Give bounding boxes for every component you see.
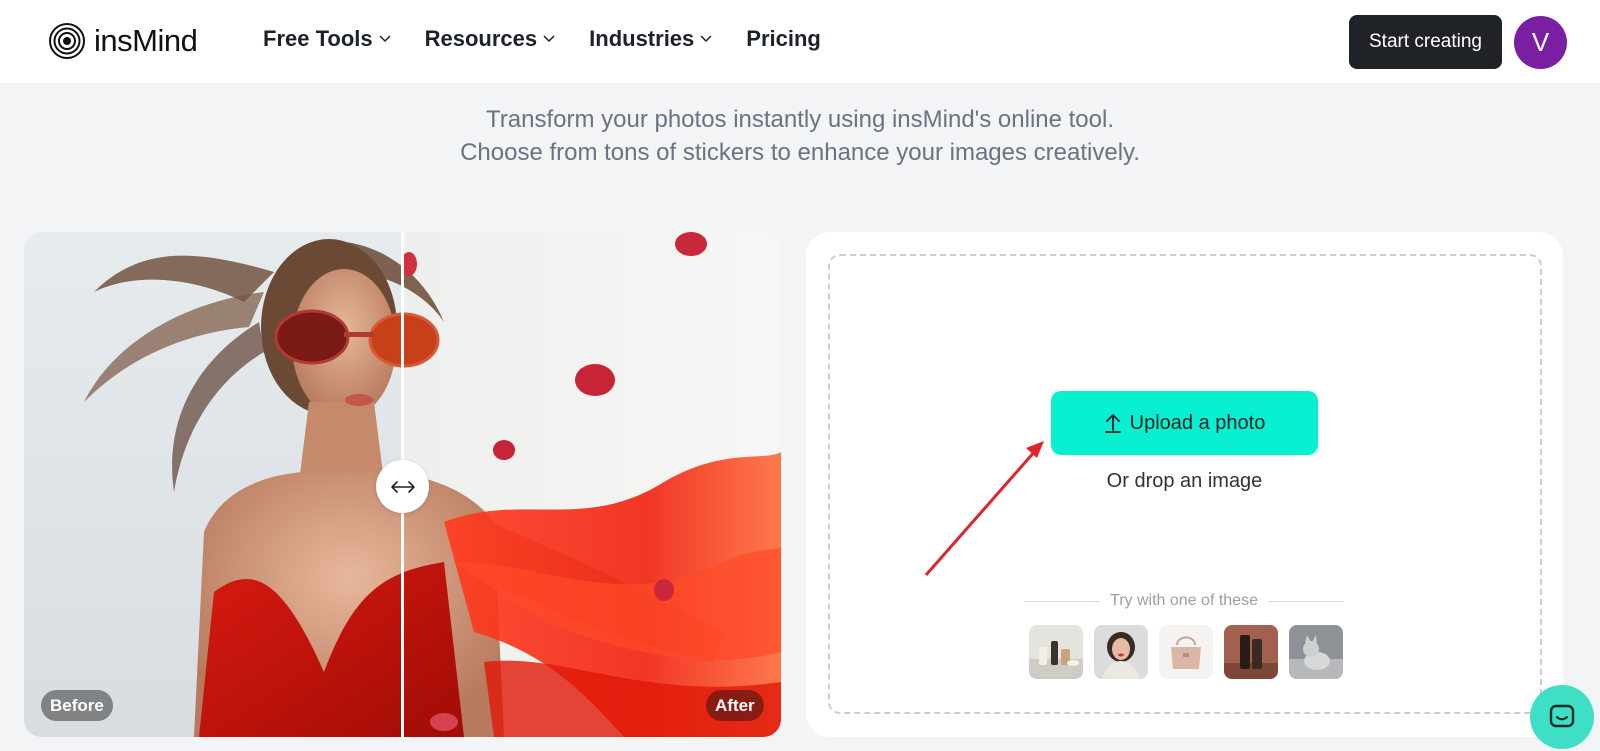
nav-label: Free Tools xyxy=(263,26,373,51)
chevron-down-icon xyxy=(379,35,391,43)
try-samples-label: Try with one of these xyxy=(1110,592,1258,609)
nav-free-tools[interactable]: Free Tools xyxy=(263,26,391,52)
sample-thumbnails xyxy=(1029,625,1343,679)
divider-line xyxy=(1024,600,1101,602)
upload-button-label: Upload a photo xyxy=(1129,411,1266,434)
hero-subtitle: Transform your photos instantly using in… xyxy=(0,103,1600,169)
after-label: After xyxy=(706,690,764,721)
nav-industries[interactable]: Industries xyxy=(589,26,712,52)
before-label: Before xyxy=(41,690,113,721)
nav-pricing[interactable]: Pricing xyxy=(746,26,821,52)
chevron-down-icon xyxy=(543,35,555,43)
drop-image-text: Or drop an image xyxy=(1106,470,1263,492)
chat-support-button[interactable] xyxy=(1530,685,1594,749)
upload-photo-button[interactable]: Upload a photo xyxy=(1051,391,1318,455)
logo-text: insMind xyxy=(94,23,198,58)
sample-thumbnail-cat[interactable] xyxy=(1289,625,1343,679)
subtitle-line-2: Choose from tons of stickers to enhance … xyxy=(460,139,1140,166)
chat-icon xyxy=(1549,704,1575,728)
comparison-slider-handle[interactable] xyxy=(376,460,429,513)
upload-icon xyxy=(1104,414,1121,433)
nav-resources[interactable]: Resources xyxy=(425,26,556,52)
start-creating-button[interactable]: Start creating xyxy=(1349,15,1502,69)
logo-icon xyxy=(49,23,85,59)
sample-thumbnail-bottles[interactable] xyxy=(1224,625,1278,679)
divider-line xyxy=(1267,600,1345,602)
sample-thumbnail-portrait[interactable] xyxy=(1094,625,1148,679)
sample-thumbnail-handbag[interactable] xyxy=(1159,625,1213,679)
before-after-comparison[interactable]: Before After xyxy=(24,232,781,737)
try-samples-header: Try with one of these xyxy=(1024,592,1345,610)
nav-label: Pricing xyxy=(746,26,821,51)
nav-label: Resources xyxy=(424,26,538,51)
nav-label: Industries xyxy=(589,26,695,51)
logo[interactable]: insMind xyxy=(48,22,198,60)
sample-thumbnail-cosmetics[interactable] xyxy=(1029,625,1083,679)
chevron-down-icon xyxy=(700,35,712,43)
horizontal-arrows-icon xyxy=(390,480,415,493)
avatar[interactable]: V xyxy=(1514,16,1567,69)
subtitle-line-1: Transform your photos instantly using in… xyxy=(486,106,1114,133)
main-nav: Free Tools Resources Industries Pricing xyxy=(263,26,821,52)
top-header: insMind Free Tools Resources Industries … xyxy=(0,0,1600,83)
